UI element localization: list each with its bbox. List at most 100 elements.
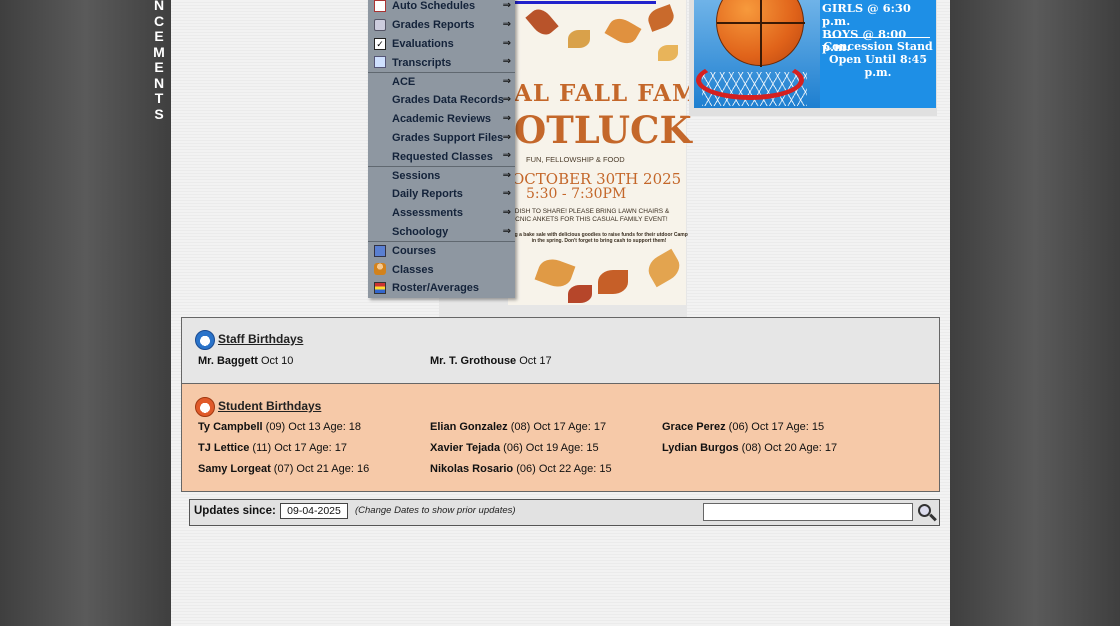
basketball-ad[interactable]: GIRLS @ 6:30 p.m. BOYS @ 8:00 p.m. Conce…	[694, 0, 936, 108]
submenu-arrow-icon: ⇒	[502, 170, 511, 182]
staff-birthday-entry: Mr. T. Grothouse Oct 17	[430, 355, 552, 367]
menu-item-grades-support-files[interactable]: Grades Support Files ⇒	[368, 129, 515, 148]
main-content: AL FALL FAMILY OTLUCK FUN, FELLOWSHIP & …	[171, 0, 950, 626]
student-birthday-detail: (06) Oct 22 Age: 15	[513, 463, 612, 475]
potluck-flyer-image[interactable]	[508, 0, 686, 305]
search-icon[interactable]	[917, 503, 937, 523]
checkbox-icon: ✓	[374, 37, 386, 50]
student-birthdays-heading[interactable]: Student Birthdays	[218, 399, 321, 413]
flyer-time: 5:30 - 7:30PM	[526, 186, 627, 202]
menu-item-classes[interactable]: Classes	[368, 260, 515, 279]
menu-item-daily-reports[interactable]: Daily Reports ⇒	[368, 185, 515, 204]
announcements-vertical-label[interactable]: N C E M E N T S	[151, 0, 167, 122]
student-birthday-detail: (11) Oct 17 Age: 17	[249, 442, 347, 454]
student-name: Samy Lorgeat	[198, 463, 271, 475]
menu-item-label: Sessions	[392, 170, 441, 183]
staff-birthday-entry: Mr. Baggett Oct 10	[198, 355, 293, 367]
student-birthday-entry: Nikolas Rosario (06) Oct 22 Age: 15	[430, 463, 612, 475]
menu-item-requested-classes[interactable]: Requested Classes ⇒	[368, 147, 515, 166]
menu-item-grades-data-records[interactable]: Grades Data Records ⇒	[368, 91, 515, 110]
menu-item-label: Schoology	[392, 225, 449, 238]
menu-item-schoology[interactable]: Schoology ⇒	[368, 223, 515, 242]
student-birthday-entry: Elian Gonzalez (08) Oct 17 Age: 17	[430, 421, 606, 433]
menu-item-academic-reviews[interactable]: Academic Reviews ⇒	[368, 110, 515, 129]
submenu-arrow-icon: ⇒	[502, 225, 511, 237]
staff-birthday-date: Oct 10	[257, 355, 294, 367]
staff-birthday-icon	[195, 330, 215, 350]
menu-item-sessions[interactable]: Sessions ⇒	[368, 166, 515, 185]
menu-item-label: Evaluations	[392, 37, 454, 50]
flyer-note: A DISH TO SHARE! PLEASE BRING LAWN CHAIR…	[509, 208, 670, 223]
menu-item-label: Classes	[392, 263, 434, 276]
student-birthday-entry: Ty Campbell (09) Oct 13 Age: 18	[198, 421, 361, 433]
submenu-arrow-icon: ⇒	[502, 187, 511, 199]
flyer-top-line	[511, 1, 656, 4]
concession-line2: Open Until 8:45 p.m.	[829, 53, 927, 79]
menu-item-evaluations[interactable]: ✓ Evaluations ⇒	[368, 35, 515, 54]
menu-item-auto-schedules[interactable]: Auto Schedules ⇒	[368, 0, 515, 16]
student-birthday-detail: (08) Oct 17 Age: 17	[507, 421, 607, 433]
menu-item-grades-reports[interactable]: Grades Reports ⇒	[368, 16, 515, 35]
menu-item-roster-averages[interactable]: Roster/Averages	[368, 279, 515, 298]
menu-item-label: Requested Classes	[392, 150, 493, 163]
menu-item-transcripts[interactable]: Transcripts ⇒	[368, 53, 515, 72]
submenu-arrow-icon: ⇒	[502, 93, 511, 105]
submenu-arrow-icon: ⇒	[502, 56, 511, 68]
updates-date-input[interactable]: 09-04-2025	[280, 503, 348, 519]
vertical-letter: C	[153, 12, 165, 29]
submenu-arrow-icon: ⇒	[502, 131, 511, 143]
student-name: TJ Lettice	[198, 442, 250, 454]
student-name: Elian Gonzalez	[430, 421, 508, 433]
menu-item-label: Daily Reports	[392, 188, 463, 201]
student-name: Lydian Burgos	[662, 442, 739, 454]
updates-since-label: Updates since:	[194, 505, 276, 517]
flyer-title-line1: AL FALL FAMILY	[514, 80, 744, 107]
basketball-rim	[696, 60, 804, 100]
student-birthday-entry: TJ Lettice (11) Oct 17 Age: 17	[198, 442, 347, 454]
updates-bar: Updates since: 09-04-2025 (Change Dates …	[189, 499, 940, 526]
menu-item-label: Assessments	[392, 207, 463, 220]
menu-item-courses[interactable]: Courses	[368, 241, 515, 260]
student-birthday-entry: Xavier Tejada (06) Oct 19 Age: 15	[430, 442, 599, 454]
submenu-arrow-icon: ⇒	[502, 37, 511, 49]
menu-item-assessments[interactable]: Assessments ⇒	[368, 204, 515, 223]
menu-item-ace[interactable]: ACE ⇒	[368, 72, 515, 91]
vertical-letter: N	[153, 0, 165, 13]
calendar-icon	[374, 0, 386, 12]
printer-icon	[374, 18, 386, 31]
staff-birthdays-heading[interactable]: Staff Birthdays	[218, 332, 303, 346]
student-birthday-entry: Samy Lorgeat (07) Oct 21 Age: 16	[198, 463, 369, 475]
document-icon	[374, 56, 386, 69]
student-birthdays-panel: Student Birthdays Ty Campbell (09) Oct 1…	[182, 384, 939, 491]
vertical-letter: N	[153, 74, 165, 91]
student-name: Grace Perez	[662, 421, 726, 433]
flyer-subtitle: FUN, FELLOWSHIP & FOOD	[526, 155, 625, 164]
student-birthday-detail: (08) Oct 20 Age: 17	[738, 442, 838, 454]
vertical-letter: S	[154, 105, 164, 122]
concession-stand-info: Concession Stand Open Until 8:45 p.m.	[820, 40, 936, 79]
ad-divider	[826, 37, 930, 38]
menu-item-label: Roster/Averages	[392, 282, 480, 295]
menu-item-label: Academic Reviews	[392, 113, 492, 126]
flyer-bake-sale-note: ing a bake sale with delicious goodies t…	[510, 232, 688, 244]
menu-item-label: Grades Support Files	[392, 131, 504, 144]
submenu-arrow-icon: ⇒	[502, 112, 511, 124]
student-birthday-detail: (07) Oct 21 Age: 16	[270, 463, 370, 475]
student-birthday-detail: (06) Oct 17 Age: 15	[725, 421, 825, 433]
student-birthday-entry: Lydian Burgos (08) Oct 20 Age: 17	[662, 442, 837, 454]
staff-birthday-date: Oct 17	[516, 355, 552, 367]
menu-item-label: Grades Reports	[392, 19, 475, 32]
book-icon	[374, 245, 386, 258]
student-birthday-icon	[195, 397, 215, 417]
concession-line1: Concession Stand	[823, 40, 933, 53]
submenu-arrow-icon: ⇒	[502, 206, 511, 218]
girls-game-time: GIRLS @ 6:30 p.m.	[822, 1, 911, 28]
vertical-letter: E	[154, 28, 164, 44]
submenu-arrow-icon: ⇒	[502, 76, 511, 88]
submenu-arrow-icon: ⇒	[502, 18, 511, 30]
menu-item-label: Grades Data Records	[392, 94, 504, 107]
student-birthday-entry: Grace Perez (06) Oct 17 Age: 15	[662, 421, 824, 433]
left-side-panel: N C E M E N T S	[0, 0, 171, 626]
updates-search-input[interactable]	[703, 503, 913, 521]
submenu-arrow-icon: ⇒	[502, 150, 511, 162]
